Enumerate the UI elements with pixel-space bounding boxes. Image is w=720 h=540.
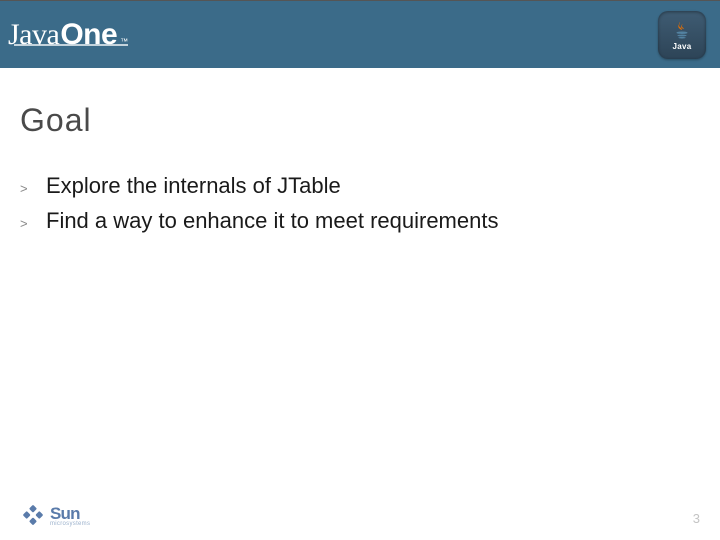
bullet-list: > Explore the internals of JTable > Find… (20, 171, 700, 237)
footer: Sun microsystems 3 (0, 490, 720, 530)
logo-text-java: Java (8, 18, 59, 52)
bullet-marker-icon: > (20, 180, 30, 198)
bullet-marker-icon: > (20, 215, 30, 233)
java-badge: Java (658, 11, 706, 59)
sun-text-block: Sun microsystems (50, 504, 90, 527)
sun-mark-icon (20, 502, 46, 528)
slide-body: Goal > Explore the internals of JTable >… (0, 68, 720, 540)
bullet-text: Find a way to enhance it to meet require… (46, 206, 498, 237)
list-item: > Find a way to enhance it to meet requi… (20, 206, 700, 237)
java-badge-label: Java (673, 42, 692, 51)
sun-logo: Sun microsystems (20, 502, 90, 528)
slide-title: Goal (20, 102, 700, 139)
bullet-text: Explore the internals of JTable (46, 171, 341, 202)
java-cup-icon (671, 19, 693, 41)
logo-underline (14, 44, 128, 46)
slide: JavaOne™ Java Goal > Explore the interna… (0, 0, 720, 540)
sun-logo-subtext: microsystems (50, 521, 90, 527)
list-item: > Explore the internals of JTable (20, 171, 700, 202)
page-number: 3 (693, 511, 700, 528)
logo-text-one: One (60, 18, 117, 52)
header-bar: JavaOne™ Java (0, 0, 720, 68)
javaone-logo: JavaOne™ (8, 18, 128, 52)
